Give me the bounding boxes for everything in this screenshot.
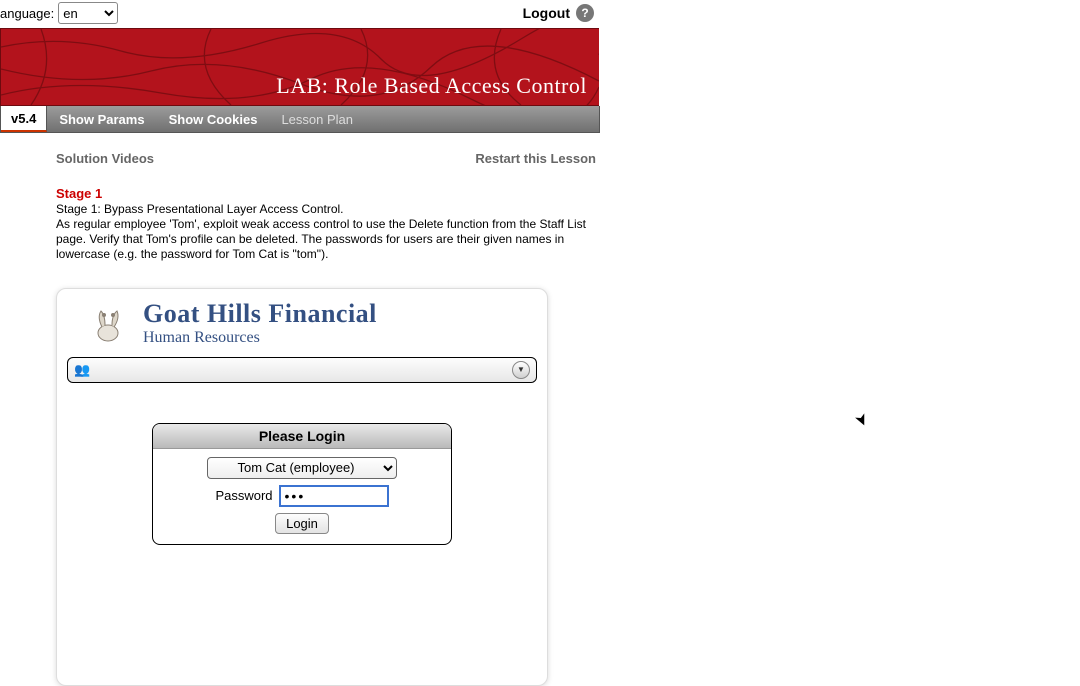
password-input[interactable] — [279, 485, 389, 507]
restart-lesson-link[interactable]: Restart this Lesson — [475, 151, 596, 166]
help-icon[interactable]: ? — [576, 4, 594, 22]
lesson-title: LAB: Role Based Access Control — [276, 73, 587, 99]
tab-lesson-plan[interactable]: Lesson Plan — [269, 106, 365, 132]
brand-title: Goat Hills Financial — [143, 301, 377, 327]
language-label: anguage: — [0, 6, 54, 21]
top-dropdown[interactable]: 👥 ▼ — [67, 357, 537, 383]
tab-bar: v5.4 Show Params Show Cookies Lesson Pla… — [0, 106, 600, 133]
login-box: Please Login Tom Cat (employee) Password… — [152, 423, 452, 545]
stage-body: As regular employee 'Tom', exploit weak … — [56, 217, 616, 262]
tab-show-params[interactable]: Show Params — [47, 106, 156, 132]
stage-heading: Stage 1: Bypass Presentational Layer Acc… — [56, 202, 616, 217]
logout-link[interactable]: Logout — [523, 5, 570, 21]
stage-label: Stage 1 — [56, 186, 598, 201]
lesson-banner: LAB: Role Based Access Control — [0, 28, 599, 106]
employee-select[interactable]: Tom Cat (employee) — [207, 457, 397, 479]
chevron-down-icon: ▼ — [512, 361, 530, 379]
tab-show-cookies[interactable]: Show Cookies — [157, 106, 270, 132]
password-label: Password — [215, 488, 272, 503]
brand-subtitle: Human Resources — [143, 329, 377, 347]
people-icon: 👥 — [74, 362, 90, 378]
goat-logo-icon — [87, 303, 129, 345]
login-button[interactable]: Login — [275, 513, 329, 534]
language-select[interactable]: en — [58, 2, 118, 24]
tab-version[interactable]: v5.4 — [1, 106, 47, 132]
hr-card: Goat Hills Financial Human Resources 👥 ▼… — [56, 288, 548, 686]
login-title: Please Login — [153, 424, 451, 449]
mouse-cursor-icon: ➤ — [850, 410, 874, 431]
solution-videos-link[interactable]: Solution Videos — [56, 151, 154, 166]
